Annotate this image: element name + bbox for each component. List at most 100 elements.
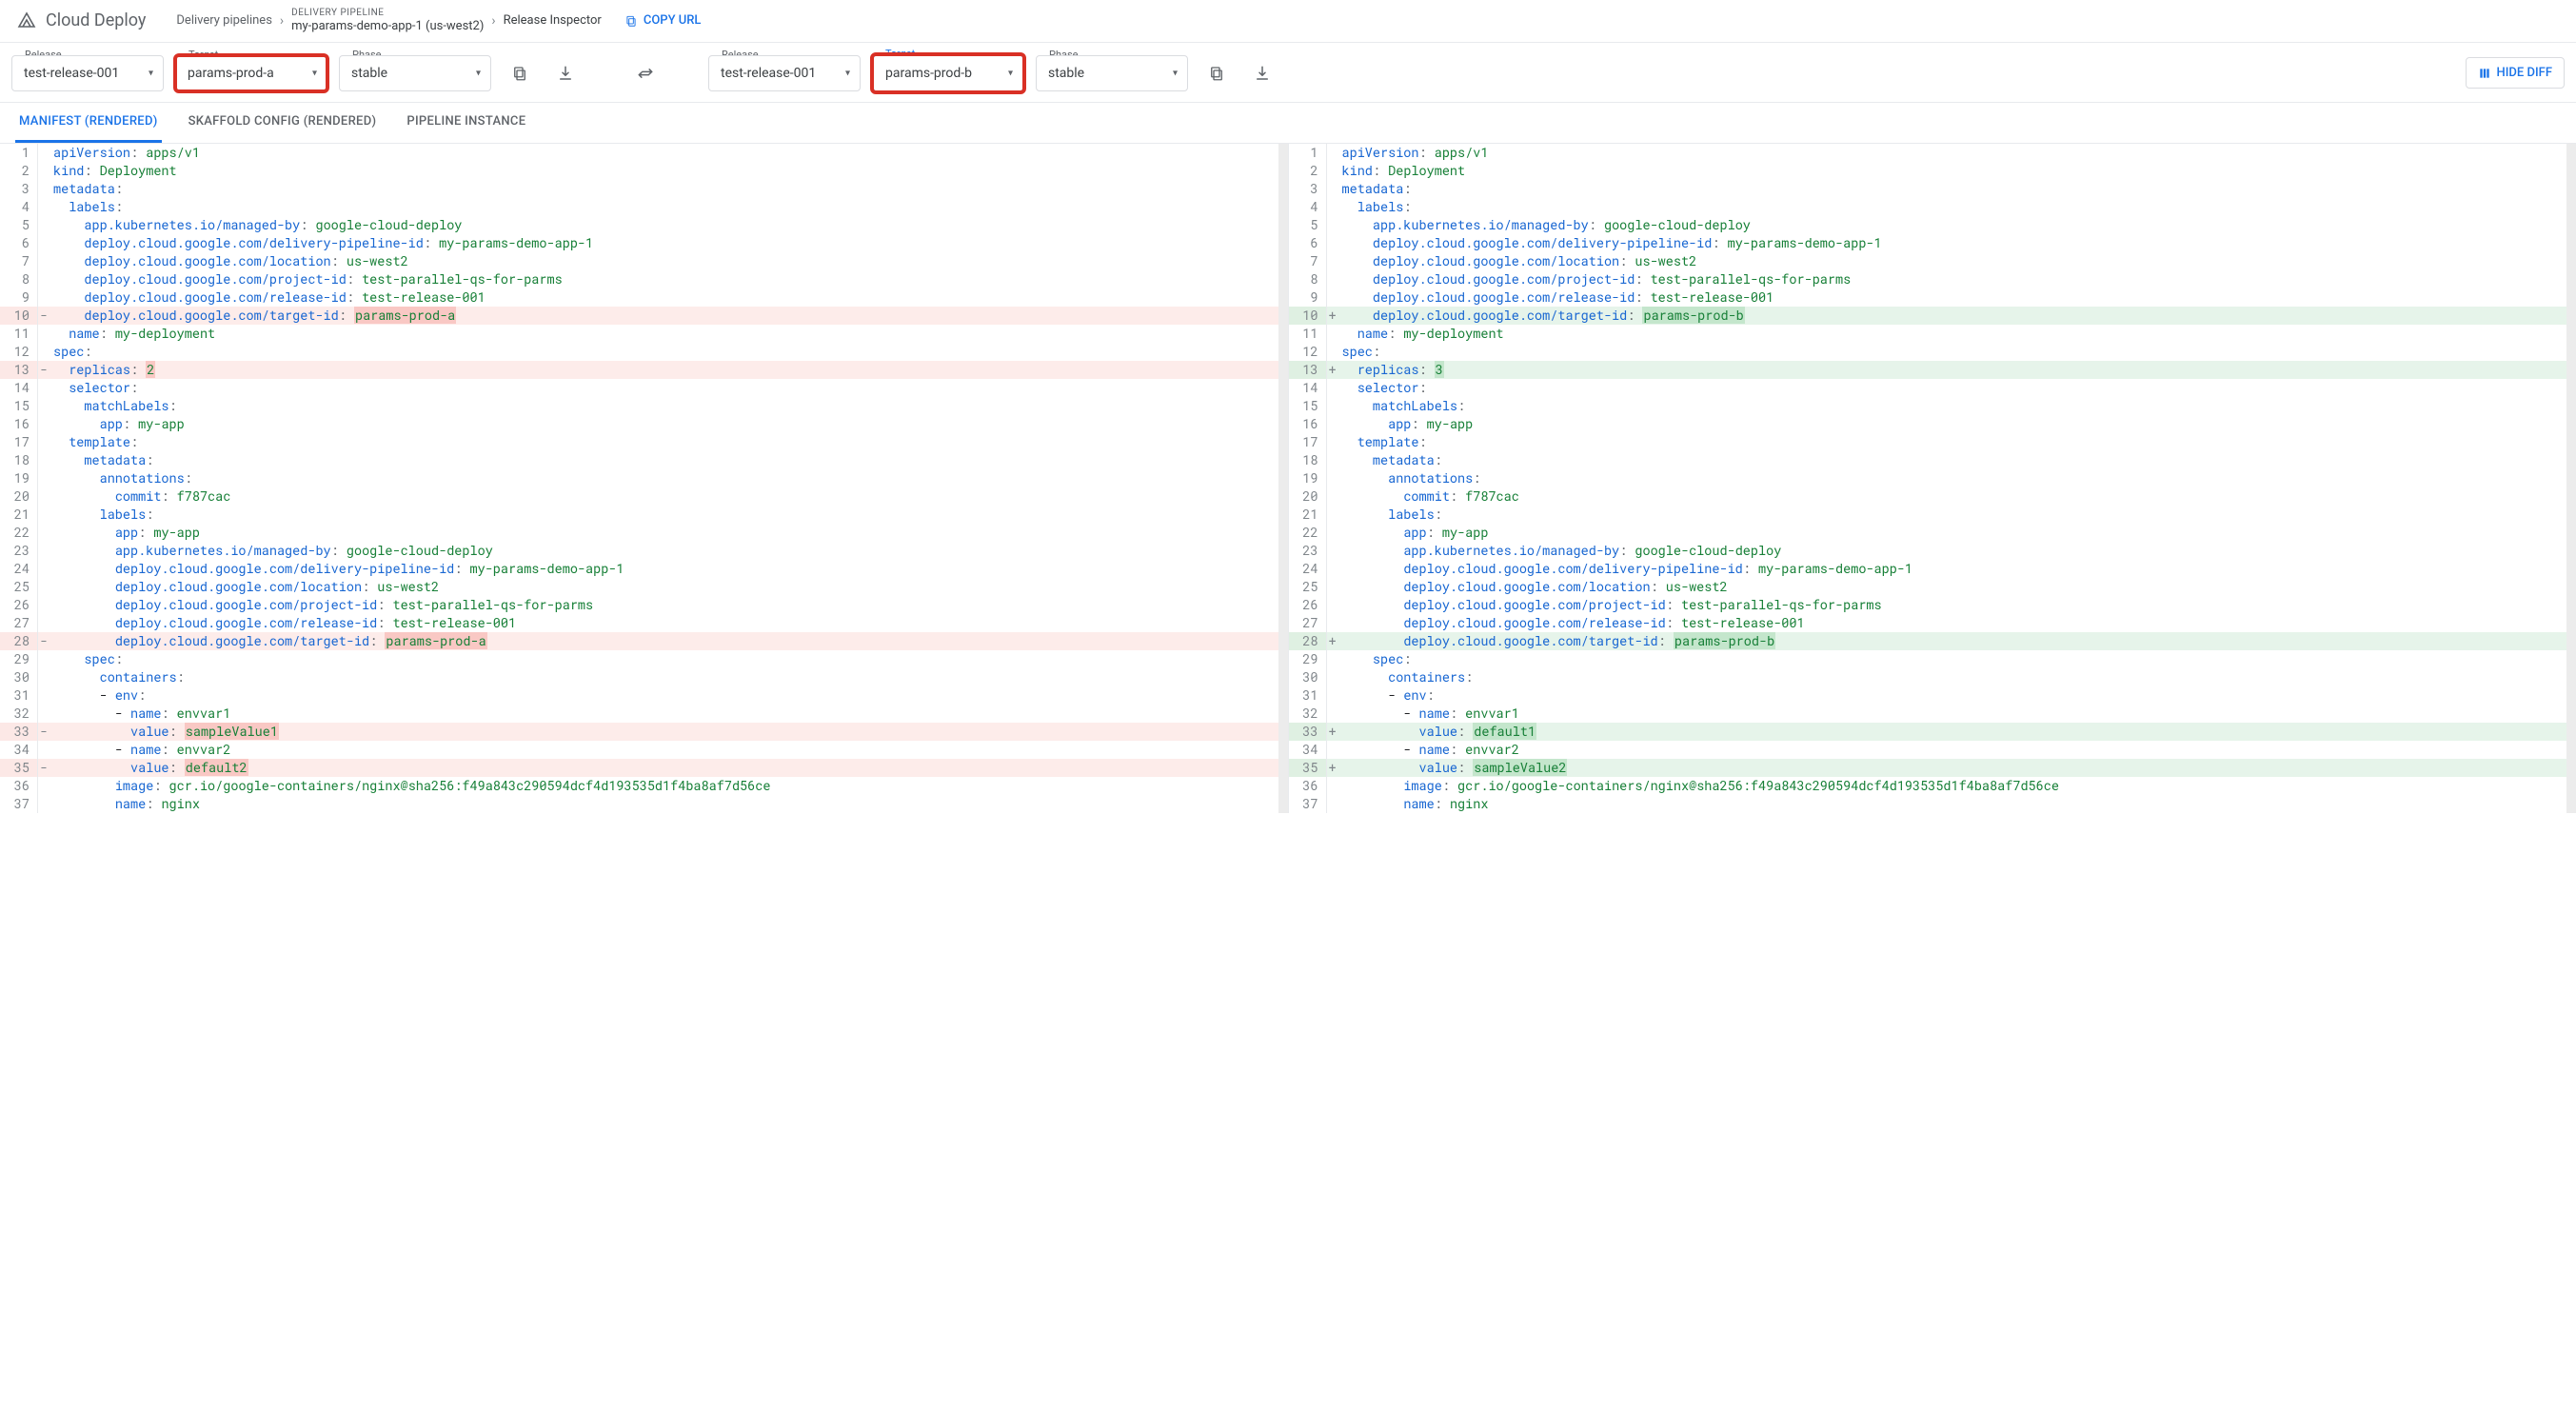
header: Cloud Deploy Delivery pipelines › DELIVE…: [0, 0, 2576, 43]
code-line: 14 selector:: [1289, 379, 2576, 397]
code-line: 33- value: sampleValue1: [0, 723, 1288, 741]
code-line: 8 deploy.cloud.google.com/project-id: te…: [0, 270, 1288, 288]
left-scrollbar[interactable]: [1278, 144, 1288, 813]
tab-skaffold[interactable]: SKAFFOLD CONFIG (RENDERED): [185, 103, 381, 143]
code-line: 10+ deploy.cloud.google.com/target-id: p…: [1289, 307, 2576, 325]
diff-area: 1 apiVersion: apps/v12 kind: Deployment3…: [0, 144, 2576, 813]
code-line: 16 app: my-app: [0, 415, 1288, 433]
code-line: 35- value: default2: [0, 759, 1288, 777]
code-line: 6 deploy.cloud.google.com/delivery-pipel…: [1289, 234, 2576, 252]
left-pane: 1 apiVersion: apps/v12 kind: Deployment3…: [0, 144, 1288, 813]
code-line: 3 metadata:: [1289, 180, 2576, 198]
copy-icon: [624, 14, 638, 28]
code-line: 30 containers:: [0, 668, 1288, 686]
code-line: 20 commit: f787cac: [0, 487, 1288, 506]
code-line: 13- replicas: 2: [0, 361, 1288, 379]
code-line: 21 labels:: [0, 506, 1288, 524]
tab-pipeline[interactable]: PIPELINE INSTANCE: [403, 103, 529, 143]
view-tabs: MANIFEST (RENDERED) SKAFFOLD CONFIG (REN…: [0, 103, 2576, 144]
code-line: 36 image: gcr.io/google-containers/nginx…: [1289, 777, 2576, 795]
breadcrumb-pipeline[interactable]: DELIVERY PIPELINE my-params-demo-app-1 (…: [291, 8, 484, 34]
chevron-right-icon: ›: [278, 13, 286, 29]
left-release-select[interactable]: Release test-release-001: [11, 55, 164, 91]
code-line: 27 deploy.cloud.google.com/release-id: t…: [0, 614, 1288, 632]
code-line: 19 annotations:: [0, 469, 1288, 487]
code-line: 28+ deploy.cloud.google.com/target-id: p…: [1289, 632, 2576, 650]
code-line: 8 deploy.cloud.google.com/project-id: te…: [1289, 270, 2576, 288]
right-release-select[interactable]: Release test-release-001: [708, 55, 861, 91]
hide-diff-button[interactable]: HIDE DIFF: [2466, 57, 2565, 89]
code-line: 30 containers:: [1289, 668, 2576, 686]
code-line: 12 spec:: [1289, 343, 2576, 361]
code-line: 3 metadata:: [0, 180, 1288, 198]
tab-manifest[interactable]: MANIFEST (RENDERED): [15, 103, 162, 143]
cloud-deploy-icon: [15, 10, 38, 32]
right-pane: 1 apiVersion: apps/v12 kind: Deployment3…: [1288, 144, 2576, 813]
code-line: 14 selector:: [0, 379, 1288, 397]
right-scrollbar[interactable]: [2566, 144, 2576, 813]
code-line: 31 - env:: [0, 686, 1288, 705]
right-phase-select[interactable]: Phase stable: [1036, 55, 1188, 91]
breadcrumb: Delivery pipelines › DELIVERY PIPELINE m…: [176, 8, 601, 34]
code-line: 37 name: nginx: [1289, 795, 2576, 813]
swap-sides-button[interactable]: [628, 56, 663, 90]
code-line: 11 name: my-deployment: [1289, 325, 2576, 343]
code-line: 11 name: my-deployment: [0, 325, 1288, 343]
code-line: 25 deploy.cloud.google.com/location: us-…: [0, 578, 1288, 596]
copy-right-button[interactable]: [1199, 56, 1234, 90]
product-name: Cloud Deploy: [46, 10, 146, 30]
code-line: 2 kind: Deployment: [1289, 162, 2576, 180]
download-right-button[interactable]: [1245, 56, 1279, 90]
code-line: 2 kind: Deployment: [0, 162, 1288, 180]
code-line: 36 image: gcr.io/google-containers/nginx…: [0, 777, 1288, 795]
code-line: 15 matchLabels:: [0, 397, 1288, 415]
left-target-select[interactable]: Target params-prod-a: [175, 55, 327, 91]
code-line: 17 template:: [1289, 433, 2576, 451]
columns-icon: [2478, 67, 2491, 80]
code-line: 9 deploy.cloud.google.com/release-id: te…: [1289, 288, 2576, 307]
right-target-select[interactable]: Target params-prod-b: [872, 54, 1024, 92]
code-line: 27 deploy.cloud.google.com/release-id: t…: [1289, 614, 2576, 632]
code-line: 35+ value: sampleValue2: [1289, 759, 2576, 777]
code-line: 29 spec:: [0, 650, 1288, 668]
right-code[interactable]: 1 apiVersion: apps/v12 kind: Deployment3…: [1289, 144, 2576, 813]
code-line: 24 deploy.cloud.google.com/delivery-pipe…: [1289, 560, 2576, 578]
left-code[interactable]: 1 apiVersion: apps/v12 kind: Deployment3…: [0, 144, 1288, 813]
code-line: 4 labels:: [0, 198, 1288, 216]
code-line: 5 app.kubernetes.io/managed-by: google-c…: [1289, 216, 2576, 234]
left-phase-select[interactable]: Phase stable: [339, 55, 491, 91]
code-line: 6 deploy.cloud.google.com/delivery-pipel…: [0, 234, 1288, 252]
code-line: 29 spec:: [1289, 650, 2576, 668]
code-line: 28- deploy.cloud.google.com/target-id: p…: [0, 632, 1288, 650]
code-line: 25 deploy.cloud.google.com/location: us-…: [1289, 578, 2576, 596]
copy-left-button[interactable]: [503, 56, 537, 90]
code-line: 32 - name: envvar1: [0, 705, 1288, 723]
code-line: 16 app: my-app: [1289, 415, 2576, 433]
code-line: 22 app: my-app: [1289, 524, 2576, 542]
code-line: 26 deploy.cloud.google.com/project-id: t…: [1289, 596, 2576, 614]
code-line: 23 app.kubernetes.io/managed-by: google-…: [0, 542, 1288, 560]
code-line: 20 commit: f787cac: [1289, 487, 2576, 506]
code-line: 21 labels:: [1289, 506, 2576, 524]
code-line: 23 app.kubernetes.io/managed-by: google-…: [1289, 542, 2576, 560]
code-line: 10- deploy.cloud.google.com/target-id: p…: [0, 307, 1288, 325]
code-line: 34 - name: envvar2: [0, 741, 1288, 759]
code-line: 13+ replicas: 3: [1289, 361, 2576, 379]
code-line: 34 - name: envvar2: [1289, 741, 2576, 759]
download-left-button[interactable]: [548, 56, 583, 90]
code-line: 18 metadata:: [0, 451, 1288, 469]
code-line: 15 matchLabels:: [1289, 397, 2576, 415]
code-line: 4 labels:: [1289, 198, 2576, 216]
code-line: 26 deploy.cloud.google.com/project-id: t…: [0, 596, 1288, 614]
code-line: 12 spec:: [0, 343, 1288, 361]
code-line: 33+ value: default1: [1289, 723, 2576, 741]
code-line: 24 deploy.cloud.google.com/delivery-pipe…: [0, 560, 1288, 578]
code-line: 5 app.kubernetes.io/managed-by: google-c…: [0, 216, 1288, 234]
code-line: 19 annotations:: [1289, 469, 2576, 487]
code-line: 37 name: nginx: [0, 795, 1288, 813]
breadcrumb-root[interactable]: Delivery pipelines: [176, 13, 272, 28]
comparison-controls: Release test-release-001 Target params-p…: [0, 43, 2576, 103]
code-line: 1 apiVersion: apps/v1: [1289, 144, 2576, 162]
code-line: 7 deploy.cloud.google.com/location: us-w…: [0, 252, 1288, 270]
copy-url-button[interactable]: COPY URL: [617, 10, 709, 31]
